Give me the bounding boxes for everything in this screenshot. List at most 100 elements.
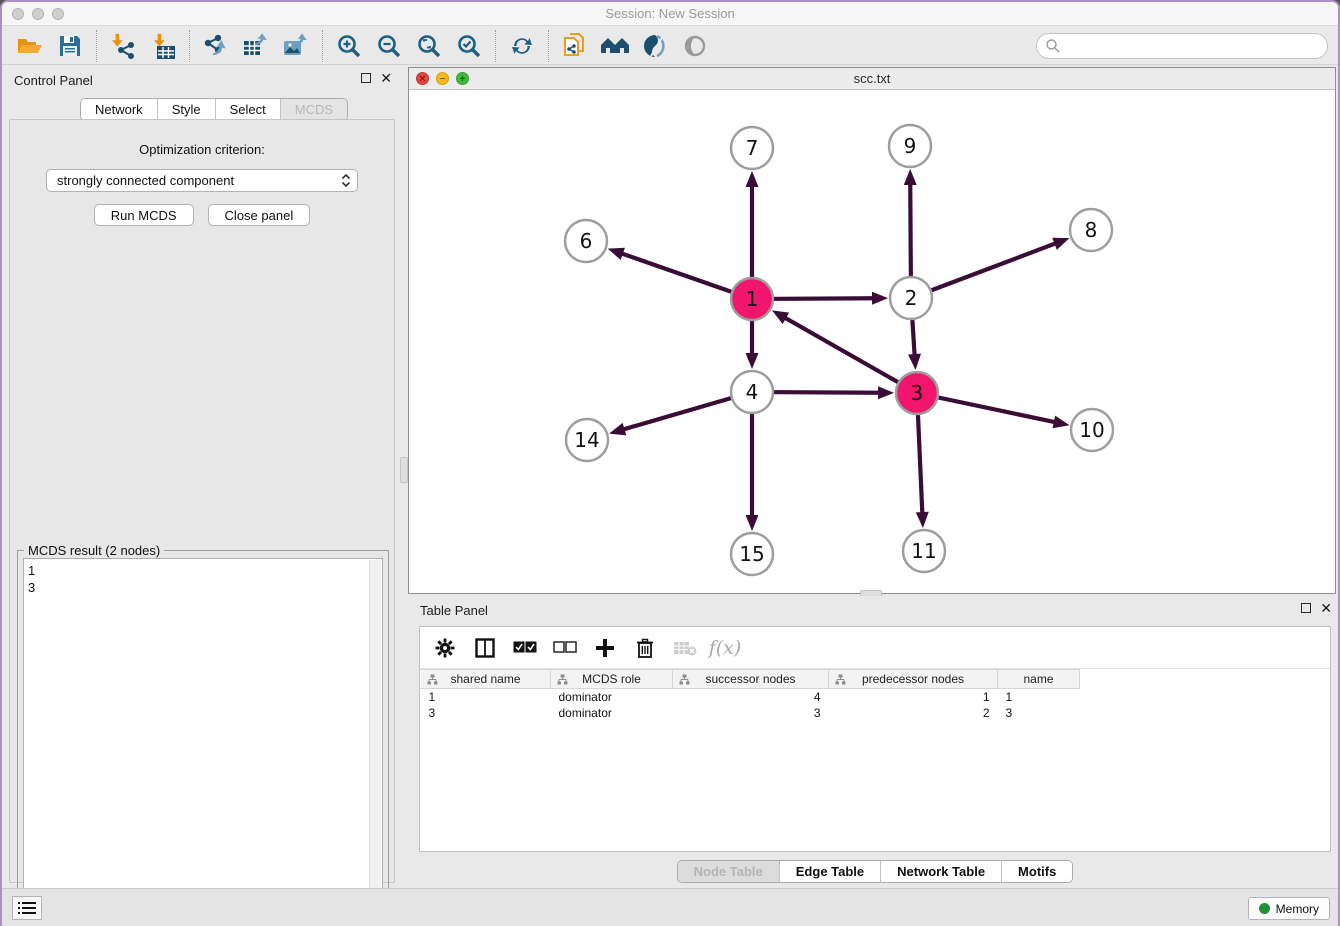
- tab-style[interactable]: Style: [158, 99, 216, 120]
- table-cell[interactable]: 3: [998, 705, 1080, 721]
- checked-boxes-icon: [513, 641, 537, 655]
- graph-node-label: 6: [580, 229, 593, 253]
- column-header-name[interactable]: name: [998, 670, 1080, 689]
- zoom-selected-icon: [456, 33, 482, 59]
- open-session-button[interactable]: [10, 30, 50, 62]
- table-panel: Table Panel ✕: [408, 596, 1340, 890]
- graph-arrowhead: [746, 171, 759, 187]
- table-cell[interactable]: dominator: [551, 705, 673, 721]
- tab-mcds[interactable]: MCDS: [281, 99, 347, 120]
- first-neighbors-button[interactable]: [595, 30, 635, 62]
- optimization-criterion-select[interactable]: strongly connected component: [46, 169, 358, 192]
- memory-button[interactable]: Memory: [1248, 897, 1330, 920]
- toolbar-separator: [548, 30, 549, 62]
- column-header-successor-nodes[interactable]: successor nodes: [673, 670, 829, 689]
- table-panel-title: Table Panel: [420, 603, 488, 618]
- tab-node-table[interactable]: Node Table: [678, 861, 780, 882]
- network-view-window: ✕ − + scc.txt 7968124314101511: [408, 67, 1336, 594]
- export-table-button[interactable]: [236, 30, 276, 62]
- tab-motifs[interactable]: Motifs: [1002, 861, 1072, 882]
- deselect-all-columns-button[interactable]: [552, 635, 578, 661]
- task-history-button[interactable]: [12, 896, 42, 920]
- graph-edge-2-8[interactable]: [911, 243, 1056, 298]
- float-table-panel-button[interactable]: [1301, 603, 1311, 613]
- import-table-button[interactable]: [143, 30, 183, 62]
- column-header-shared-name[interactable]: shared name: [421, 670, 551, 689]
- import-network-button[interactable]: [103, 30, 143, 62]
- column-header-MCDS-role[interactable]: MCDS role: [551, 670, 673, 689]
- delete-column-button[interactable]: [632, 635, 658, 661]
- create-column-button[interactable]: [592, 635, 618, 661]
- search-field[interactable]: [1036, 33, 1328, 59]
- table-cell[interactable]: 3: [421, 705, 551, 721]
- graph-arrowhead: [872, 292, 888, 305]
- dropdown-stepper-icon: [339, 172, 353, 189]
- graph-node-label: 14: [574, 428, 599, 452]
- show-hide-button[interactable]: [675, 30, 715, 62]
- close-table-panel-icon[interactable]: ✕: [1320, 603, 1332, 613]
- tab-network-table[interactable]: Network Table: [881, 861, 1002, 882]
- tab-network[interactable]: Network: [81, 99, 158, 120]
- select-all-columns-button[interactable]: [512, 635, 538, 661]
- table-settings-button[interactable]: [432, 635, 458, 661]
- selected-option: strongly connected component: [57, 173, 234, 188]
- control-panel: Control Panel ✕ Network Style Select MCD…: [2, 66, 402, 890]
- graph-node-label: 11: [911, 539, 936, 563]
- refresh-button[interactable]: [502, 30, 542, 62]
- delete-table-icon: [673, 640, 697, 656]
- table-cell[interactable]: 4: [673, 689, 829, 705]
- save-session-button[interactable]: [50, 30, 90, 62]
- zoom-fit-button[interactable]: [409, 30, 449, 62]
- show-column-panel-button[interactable]: [472, 635, 498, 661]
- close-panel-icon[interactable]: ✕: [380, 73, 392, 83]
- graph-edge-3-1[interactable]: [784, 317, 917, 393]
- control-panel-header: Control Panel ✕: [2, 66, 402, 94]
- table-cell[interactable]: dominator: [551, 689, 673, 705]
- graph-node-label: 2: [905, 286, 918, 310]
- zoom-selected-button[interactable]: [449, 30, 489, 62]
- table-cell[interactable]: 3: [673, 705, 829, 721]
- column-type-icon: [679, 674, 690, 685]
- memory-status-icon: [1259, 903, 1270, 914]
- unchecked-boxes-icon: [553, 641, 577, 655]
- table-cell[interactable]: 1: [998, 689, 1080, 705]
- column-header-predecessor-nodes[interactable]: predecessor nodes: [829, 670, 998, 689]
- tab-edge-table[interactable]: Edge Table: [780, 861, 881, 882]
- export-image-button[interactable]: [276, 30, 316, 62]
- clone-network-button[interactable]: [555, 30, 595, 62]
- graph-arrowhead: [1052, 416, 1069, 429]
- mcds-result-value[interactable]: 1: [28, 562, 382, 579]
- tab-select[interactable]: Select: [216, 99, 281, 120]
- network-graph-canvas[interactable]: 7968124314101511: [409, 90, 1335, 593]
- mcds-result-value[interactable]: 3: [28, 579, 382, 596]
- export-network-icon: [202, 33, 230, 59]
- float-panel-button[interactable]: [361, 73, 371, 83]
- table-row[interactable]: 1dominator411: [421, 689, 1080, 705]
- table-cell[interactable]: 2: [829, 705, 998, 721]
- zoom-out-button[interactable]: [369, 30, 409, 62]
- graph-arrowhead: [746, 515, 759, 531]
- gear-icon: [435, 638, 455, 658]
- search-input[interactable]: [1061, 36, 1327, 56]
- graph-arrowhead: [916, 512, 929, 528]
- column-type-icon: [835, 674, 846, 685]
- graph-arrowhead: [908, 354, 921, 370]
- table-row[interactable]: 3dominator323: [421, 705, 1080, 721]
- network-window-titlebar[interactable]: ✕ − + scc.txt: [409, 68, 1335, 90]
- mcds-panel-body: Optimization criterion: strongly connect…: [9, 119, 395, 883]
- graph-node-label: 1: [746, 287, 759, 311]
- mcds-result-title: MCDS result (2 nodes): [24, 543, 164, 558]
- graph-arrowhead: [746, 353, 759, 369]
- main-toolbar: [2, 27, 1338, 65]
- export-network-button[interactable]: [196, 30, 236, 62]
- mcds-result-groupbox: MCDS result (2 nodes) 13: [17, 550, 389, 926]
- mcds-result-list[interactable]: 13: [23, 558, 383, 922]
- table-cell[interactable]: 1: [829, 689, 998, 705]
- close-panel-button[interactable]: Close panel: [208, 204, 311, 226]
- table-cell[interactable]: 1: [421, 689, 551, 705]
- style-brush-button[interactable]: [635, 30, 675, 62]
- run-mcds-button[interactable]: Run MCDS: [94, 204, 194, 226]
- zoom-in-button[interactable]: [329, 30, 369, 62]
- vertical-splitter-handle[interactable]: [400, 457, 408, 483]
- result-scrollbar[interactable]: [369, 560, 381, 920]
